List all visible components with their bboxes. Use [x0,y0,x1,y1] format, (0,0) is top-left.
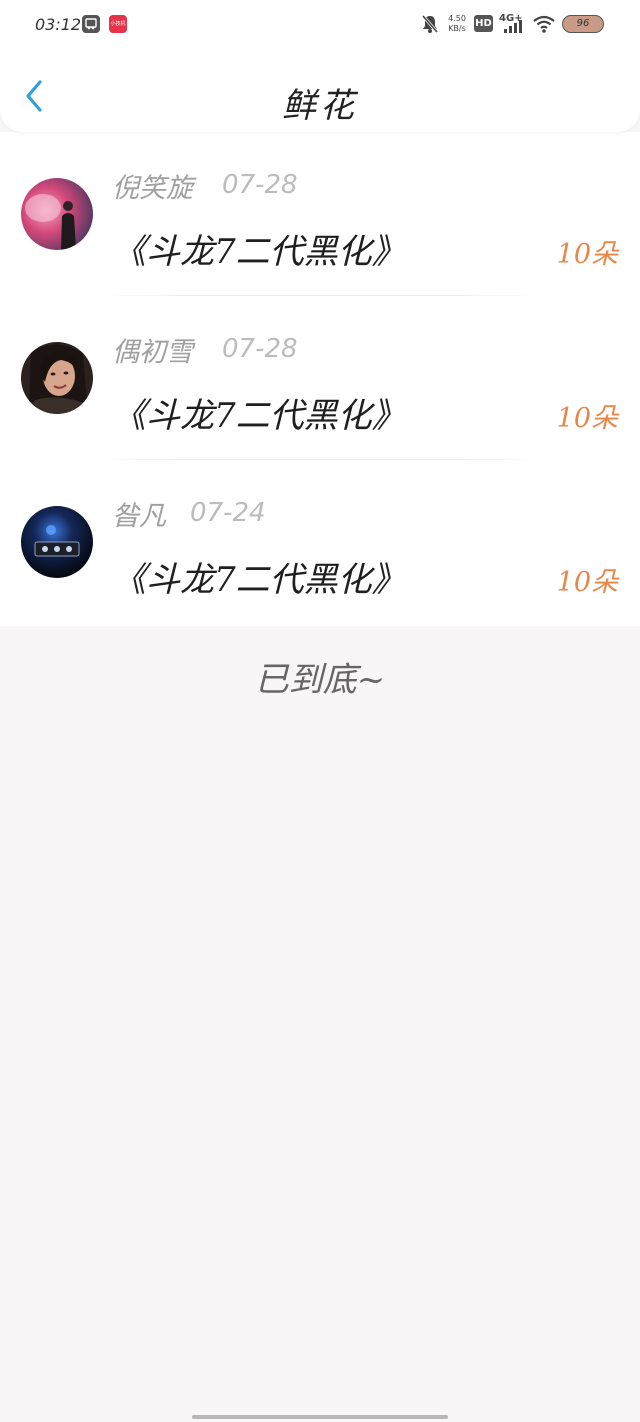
network-speed-unit: KB/s [448,24,466,33]
user-name: 昝凡 [112,501,166,532]
list-item[interactable]: 倪笑旋 07-28 《斗龙7二代黑化》 10朵 [0,132,640,296]
avatar[interactable] [21,178,93,250]
avatar[interactable] [21,342,93,414]
flower-count: 10朵 [556,403,618,434]
date-label: 07-24 [190,498,266,528]
avatar[interactable] [21,506,93,578]
network-speed-value: 4.50 [448,14,466,23]
user-name: 偶初雪 [112,337,193,368]
list-item[interactable]: 昝凡 07-24 《斗龙7二代黑化》 10朵 [0,460,640,624]
page-title: 鲜花 [282,86,358,126]
flower-record-list: 倪笑旋 07-28 《斗龙7二代黑化》 10朵 偶初雪 07-28 《斗龙7二代… [0,132,640,626]
user-name: 倪笑旋 [112,173,193,204]
status-time: 03:12 [35,15,82,34]
wifi-icon [532,14,556,38]
bell-muted-icon [421,14,439,38]
app-notification-icon [82,15,100,33]
date-label: 07-28 [222,170,298,200]
status-bar: 03:12 小技机 4.50 KB/s HD 4G+ 96 [0,0,640,50]
date-label: 07-28 [222,334,298,364]
flower-count: 10朵 [556,239,618,270]
hd-icon: HD [474,15,493,32]
top-header: 03:12 小技机 4.50 KB/s HD 4G+ 96 鲜花 [0,0,640,132]
list-item[interactable]: 偶初雪 07-28 《斗龙7二代黑化》 10朵 [0,296,640,460]
work-title: 《斗龙7二代黑化》 [112,396,406,436]
end-of-list-text: 已到底~ [254,660,386,700]
battery-icon: 96 [562,15,604,33]
work-title: 《斗龙7二代黑化》 [112,560,406,600]
home-indicator[interactable] [192,1415,448,1419]
flower-count: 10朵 [556,567,618,598]
work-title: 《斗龙7二代黑化》 [112,232,406,272]
app-badge-icon: 小技机 [109,15,127,33]
network-speed: 4.50 KB/s [446,14,468,34]
